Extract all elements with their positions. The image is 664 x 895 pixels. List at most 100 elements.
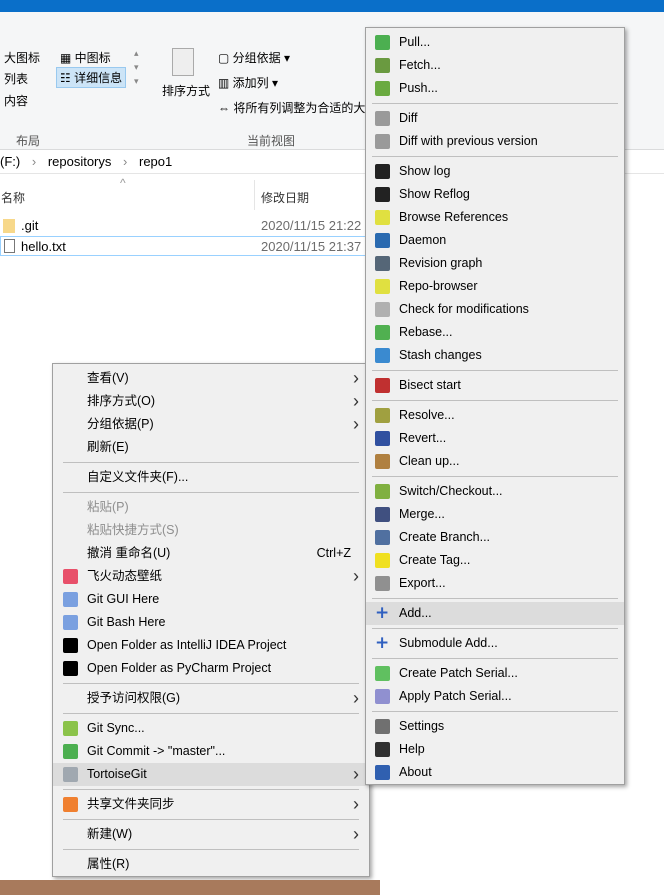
menu-item-apply-patch-serial[interactable]: Apply Patch Serial...: [366, 685, 624, 708]
menu-item-tortoisegit[interactable]: TortoiseGit ›: [53, 763, 369, 786]
medium-icons-label: 中图标: [74, 51, 111, 65]
large-icons-option[interactable]: 大图标: [4, 49, 40, 66]
menu-item-label: 查看(V): [87, 371, 129, 385]
sort-icon: [172, 48, 194, 76]
menu-item-settings[interactable]: Settings: [366, 715, 624, 738]
menu-item-p[interactable]: 分组依据(P) ›: [53, 413, 369, 436]
folder-icon: [3, 219, 15, 233]
menu-item-e[interactable]: 刷新(E): [53, 436, 369, 459]
menu-item-fetch[interactable]: Fetch...: [366, 54, 624, 77]
menu-item-git-bash-here[interactable]: Git Bash Here: [53, 611, 369, 634]
menu-item-g[interactable]: 授予访问权限(G) ›: [53, 687, 369, 710]
log-icon: [375, 164, 390, 179]
layout-scroll[interactable]: ▴ ▾ ▾: [134, 46, 139, 88]
menu-item-w[interactable]: 新建(W) ›: [53, 823, 369, 846]
menu-item-about[interactable]: About: [366, 761, 624, 784]
menu-item-check-for-modifications[interactable]: Check for modifications: [366, 298, 624, 321]
menu-separator: [53, 710, 369, 717]
menu-item-create-patch-serial[interactable]: Create Patch Serial...: [366, 662, 624, 685]
medium-icons-option[interactable]: ▦ 中图标: [60, 49, 111, 66]
menu-item-submodule-add[interactable]: + Submodule Add...: [366, 632, 624, 655]
sort-ascending-icon: ^: [120, 176, 126, 190]
menu-item-label: Pull...: [399, 35, 431, 49]
column-date[interactable]: 修改日期: [261, 189, 309, 206]
chevron-right-icon: ›: [353, 368, 359, 388]
menu-separator: [53, 459, 369, 466]
menu-item[interactable]: 共享文件夹同步 ›: [53, 793, 369, 816]
fit-columns-button[interactable]: ⇔ 将所有列调整为合适的大: [218, 99, 365, 116]
menu-item-show-reflog[interactable]: Show Reflog: [366, 183, 624, 206]
switch-icon: [375, 484, 390, 499]
menu-item-rebase[interactable]: Rebase...: [366, 321, 624, 344]
menu-item-u[interactable]: 撤消 重命名(U) Ctrl+Z: [53, 542, 369, 565]
diff-icon: [375, 111, 390, 126]
menu-item-switch-checkout[interactable]: Switch/Checkout...: [366, 480, 624, 503]
menu-item-label: 属性(R): [87, 857, 130, 871]
menu-item-create-branch[interactable]: Create Branch...: [366, 526, 624, 549]
shortcut-label: Ctrl+Z: [316, 546, 351, 560]
menu-item-show-log[interactable]: Show log: [366, 160, 624, 183]
menu-item-browse-references[interactable]: Browse References: [366, 206, 624, 229]
git-sync-icon: [63, 721, 78, 736]
sort-by-button[interactable]: 排序方式: [162, 82, 210, 99]
menu-item-git-commit-master[interactable]: Git Commit -> "master"...: [53, 740, 369, 763]
resolve-icon: [375, 408, 390, 423]
menu-item-v[interactable]: 查看(V) ›: [53, 367, 369, 390]
breadcrumb-repo1[interactable]: repo1: [139, 154, 172, 169]
file-row[interactable]: .git 2020/11/15 21:22: [0, 216, 380, 236]
menu-item-help[interactable]: Help: [366, 738, 624, 761]
menu-item-repo-browser[interactable]: Repo-browser: [366, 275, 624, 298]
menu-item-bisect-start[interactable]: Bisect start: [366, 374, 624, 397]
menu-item-revision-graph[interactable]: Revision graph: [366, 252, 624, 275]
menu-item-git-gui-here[interactable]: Git GUI Here: [53, 588, 369, 611]
menu-item-label: 分组依据(P): [87, 417, 154, 431]
menu-item-diff[interactable]: Diff: [366, 107, 624, 130]
branch-icon: [375, 530, 390, 545]
chevron-right-icon: ›: [353, 688, 359, 708]
menu-item-diff-with-previous-version[interactable]: Diff with previous version: [366, 130, 624, 153]
menu-item-pull[interactable]: Pull...: [366, 31, 624, 54]
menu-item-export[interactable]: Export...: [366, 572, 624, 595]
group-by-button[interactable]: ▢ 分组依据 ▾: [218, 49, 290, 66]
menu-item-open-folder-as-intellij-idea-project[interactable]: Open Folder as IntelliJ IDEA Project: [53, 634, 369, 657]
details-option[interactable]: ☷ 详细信息: [56, 67, 127, 88]
menu-item-create-tag[interactable]: Create Tag...: [366, 549, 624, 572]
menu-item-r[interactable]: 属性(R): [53, 853, 369, 876]
pycharm-icon: [63, 661, 78, 676]
menu-separator: [366, 655, 624, 662]
push-icon: [375, 81, 390, 96]
add-column-button[interactable]: ▥ 添加列 ▾: [218, 74, 278, 91]
menu-item-git-sync[interactable]: Git Sync...: [53, 717, 369, 740]
menu-item-stash-changes[interactable]: Stash changes: [366, 344, 624, 367]
menu-item-o[interactable]: 排序方式(O) ›: [53, 390, 369, 413]
tag-icon: [375, 553, 390, 568]
menu-item-revert[interactable]: Revert...: [366, 427, 624, 450]
menu-item-add[interactable]: + Add...: [366, 602, 624, 625]
menu-item-s: 粘贴快捷方式(S): [53, 519, 369, 542]
menu-item-label: Apply Patch Serial...: [399, 689, 512, 703]
menu-item-label: Settings: [399, 719, 445, 733]
menu-item-label: Fetch...: [399, 58, 441, 72]
help-icon: [375, 742, 390, 757]
menu-item-f[interactable]: 自定义文件夹(F)...: [53, 466, 369, 489]
menu-item-label: Create Patch Serial...: [399, 666, 518, 680]
breadcrumb-drive[interactable]: (F:): [0, 154, 20, 169]
column-name[interactable]: 名称: [1, 189, 25, 206]
tortoisegit-icon: [63, 767, 78, 782]
breadcrumb-separator: ›: [123, 154, 128, 169]
menu-item-daemon[interactable]: Daemon: [366, 229, 624, 252]
menu-item-resolve[interactable]: Resolve...: [366, 404, 624, 427]
menu-item[interactable]: 飞火动态壁纸 ›: [53, 565, 369, 588]
menu-item-label: Stash changes: [399, 348, 482, 362]
menu-item-merge[interactable]: Merge...: [366, 503, 624, 526]
breadcrumb-repositorys[interactable]: repositorys: [48, 154, 112, 169]
content-option[interactable]: 内容: [4, 92, 28, 109]
repo-browser-icon: [375, 279, 390, 294]
menu-item-open-folder-as-pycharm-project[interactable]: Open Folder as PyCharm Project: [53, 657, 369, 680]
menu-item-push[interactable]: Push...: [366, 77, 624, 100]
list-option[interactable]: 列表: [4, 70, 28, 87]
file-row[interactable]: hello.txt 2020/11/15 21:37: [0, 236, 380, 256]
menu-item-clean-up[interactable]: Clean up...: [366, 450, 624, 473]
file-date: 2020/11/15 21:37: [261, 239, 362, 254]
file-name: .git: [21, 218, 39, 233]
